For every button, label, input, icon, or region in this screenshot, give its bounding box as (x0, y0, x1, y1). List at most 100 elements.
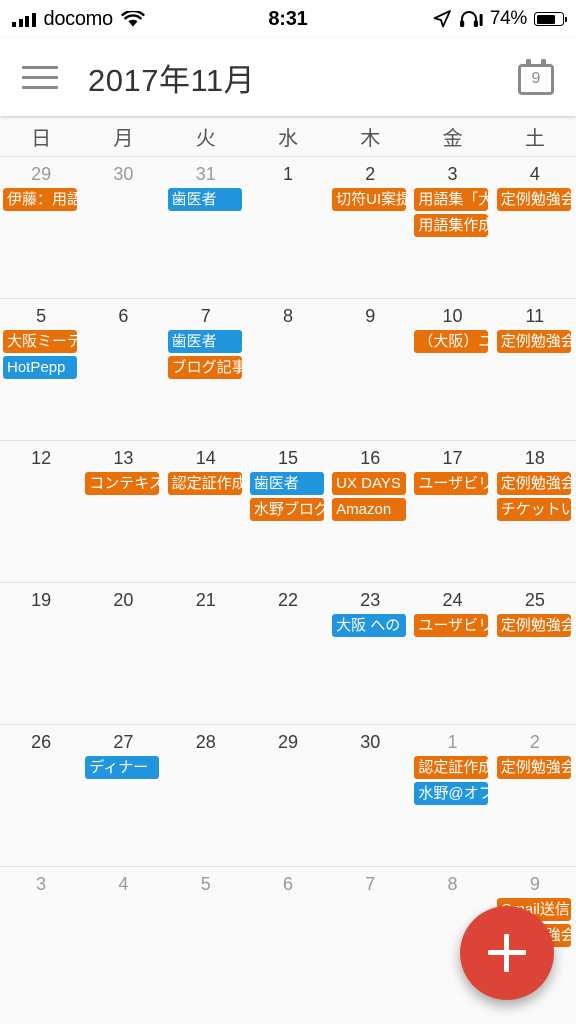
event-chip[interactable]: 認定証作成 (414, 756, 489, 779)
event-chip[interactable]: 定例勉強会 (496, 472, 571, 495)
day-number: 23 (360, 590, 381, 610)
day-number: 6 (118, 306, 129, 326)
calendar-day-cell[interactable]: 27 ディナー (82, 725, 164, 866)
event-chip[interactable]: 用語集作成 (414, 214, 489, 237)
hamburger-menu-icon[interactable] (22, 65, 58, 89)
event-chip[interactable]: ブログ記事 (167, 356, 242, 379)
calendar-day-cell[interactable]: 13 コンテキス (82, 441, 164, 582)
calendar-day-cell[interactable]: 30 (329, 725, 411, 866)
day-number: 5 (36, 306, 47, 326)
calendar-day-cell[interactable]: 18 定例勉強会 チケットい (494, 441, 576, 582)
event-chip[interactable]: 定例勉強会 (496, 756, 571, 779)
calendar-day-cell[interactable]: 20 (82, 583, 164, 724)
event-chip[interactable]: 定例勉強会 (496, 330, 571, 353)
day-number: 19 (31, 590, 52, 610)
calendar-day-cell[interactable]: 3 用語集「大 用語集作成 (411, 157, 493, 298)
event-chip[interactable]: 水野ブログ (249, 498, 324, 521)
calendar-day-cell[interactable]: 5 大阪ミーテ HotPepp (0, 299, 82, 440)
calendar-day-cell[interactable]: 12 (0, 441, 82, 582)
event-chip[interactable]: ディナー (85, 756, 160, 779)
event-chip[interactable]: ユーザビリ (414, 614, 489, 637)
calendar-day-cell[interactable]: 5 (165, 867, 247, 1008)
calendar-day-cell[interactable]: 25 定例勉強会 (494, 583, 576, 724)
event-chip[interactable]: 定例勉強会 (496, 614, 571, 637)
day-number: 10 (442, 306, 463, 326)
day-number: 29 (31, 164, 52, 184)
calendar-day-cell[interactable]: 16 UX DAYS Amazon (329, 441, 411, 582)
event-chip[interactable]: 大阪 への (332, 614, 407, 637)
weekday-label-1: 月 (113, 127, 134, 150)
calendar-day-cell[interactable]: 31 歯医者 (165, 157, 247, 298)
calendar-day-cell[interactable]: 24 ユーザビリ (411, 583, 493, 724)
calendar-today-icon[interactable]: 9 (518, 59, 554, 95)
calendar-day-cell[interactable]: 3 (0, 867, 82, 1008)
event-chip[interactable]: Amazon (332, 498, 407, 521)
calendar-day-cell[interactable]: 10 （大阪）ユ (411, 299, 493, 440)
day-number: 20 (113, 590, 134, 610)
calendar-day-cell[interactable]: 6 (247, 867, 329, 1008)
day-number: 26 (31, 732, 52, 752)
day-number: 13 (113, 448, 134, 468)
calendar-day-cell[interactable]: 4 (82, 867, 164, 1008)
calendar-day-cell[interactable]: 22 (247, 583, 329, 724)
day-number: 4 (529, 164, 540, 184)
day-number: 2 (529, 732, 540, 752)
calendar-day-cell[interactable]: 2 定例勉強会 (494, 725, 576, 866)
day-events-list: 大阪ミーテ HotPepp (0, 330, 82, 379)
calendar-week-row: 5 大阪ミーテ HotPepp 6 7 歯医者ブログ記事 8 9 10 （大阪）ユ 11 定例勉強会 (0, 298, 576, 440)
day-number: 16 (360, 448, 381, 468)
calendar-day-cell[interactable]: 29 伊藤：用語 (0, 157, 82, 298)
day-number: 22 (277, 590, 298, 610)
calendar-day-cell[interactable]: 7 (329, 867, 411, 1008)
event-chip[interactable]: UX DAYS (332, 472, 407, 495)
weekday-label-2: 火 (195, 127, 216, 150)
calendar-day-cell[interactable]: 14 認定証作成 (165, 441, 247, 582)
calendar-day-cell[interactable]: 17 ユーザビリ (411, 441, 493, 582)
calendar-day-cell[interactable]: 2 切符UI案提 (329, 157, 411, 298)
calendar-day-cell[interactable]: 4 定例勉強会 (494, 157, 576, 298)
event-chip[interactable]: 大阪ミーテ (3, 330, 77, 353)
calendar-week-row: 26 27 ディナー 28 29 30 1 認定証作成 水野@オフ 2 定例勉強会 (0, 724, 576, 866)
calendar-day-cell[interactable]: 19 (0, 583, 82, 724)
calendar-day-cell[interactable]: 8 (247, 299, 329, 440)
day-events-list: 定例勉強会 (494, 614, 576, 637)
calendar-day-cell[interactable]: 7 歯医者ブログ記事 (165, 299, 247, 440)
status-bar: docomo 8:31 74% (0, 0, 576, 38)
calendar-day-cell[interactable]: 29 (247, 725, 329, 866)
event-chip[interactable]: （大阪）ユ (414, 330, 489, 353)
calendar-grid: 29 伊藤：用語 30 31 歯医者 1 2 切符UI案提 3 用語集「大 用語集作成 4 定例勉強会 5… (0, 156, 576, 1008)
calendar-day-cell[interactable]: 11 定例勉強会 (494, 299, 576, 440)
calendar-day-cell[interactable]: 28 (165, 725, 247, 866)
calendar-week-row: 29 伊藤：用語 30 31 歯医者 1 2 切符UI案提 3 用語集「大 用語集作成 4 定例勉強会 (0, 156, 576, 298)
event-chip[interactable]: 用語集「大 (414, 188, 489, 211)
calendar-day-cell[interactable]: 1 (247, 157, 329, 298)
day-number: 4 (118, 874, 129, 894)
day-number: 11 (525, 306, 545, 326)
event-chip[interactable]: 切符UI案提 (332, 188, 407, 211)
event-chip[interactable]: ユーザビリ (414, 472, 489, 495)
day-number: 7 (200, 306, 211, 326)
calendar-day-cell[interactable]: 9 (329, 299, 411, 440)
event-chip[interactable]: コンテキス (85, 472, 160, 495)
event-chip[interactable]: 認定証作成 (167, 472, 242, 495)
calendar-day-cell[interactable]: 26 (0, 725, 82, 866)
day-events-list: 定例勉強会チケットい (494, 472, 576, 521)
event-chip[interactable]: 歯医者 (167, 330, 242, 353)
add-event-button[interactable] (460, 906, 554, 1000)
day-events-list: 伊藤：用語 (0, 188, 82, 211)
event-chip[interactable]: 伊藤：用語 (3, 188, 77, 211)
day-events-list: 定例勉強会 (494, 330, 576, 353)
calendar-day-cell[interactable]: 21 (165, 583, 247, 724)
event-chip[interactable]: 歯医者 (249, 472, 324, 495)
calendar-day-cell[interactable]: 1 認定証作成 水野@オフ (411, 725, 493, 866)
event-chip[interactable]: HotPepp (3, 356, 77, 379)
calendar-day-cell[interactable]: 30 (82, 157, 164, 298)
calendar-day-cell[interactable]: 23 大阪 への (329, 583, 411, 724)
event-chip[interactable]: 歯医者 (167, 188, 242, 211)
calendar-day-cell[interactable]: 6 (82, 299, 164, 440)
event-chip[interactable]: 水野@オフ (414, 782, 489, 805)
event-chip[interactable]: 定例勉強会 (496, 188, 571, 211)
calendar-day-cell[interactable]: 15 歯医者 水野ブログ (247, 441, 329, 582)
day-number: 17 (442, 448, 463, 468)
event-chip[interactable]: チケットい (496, 498, 571, 521)
